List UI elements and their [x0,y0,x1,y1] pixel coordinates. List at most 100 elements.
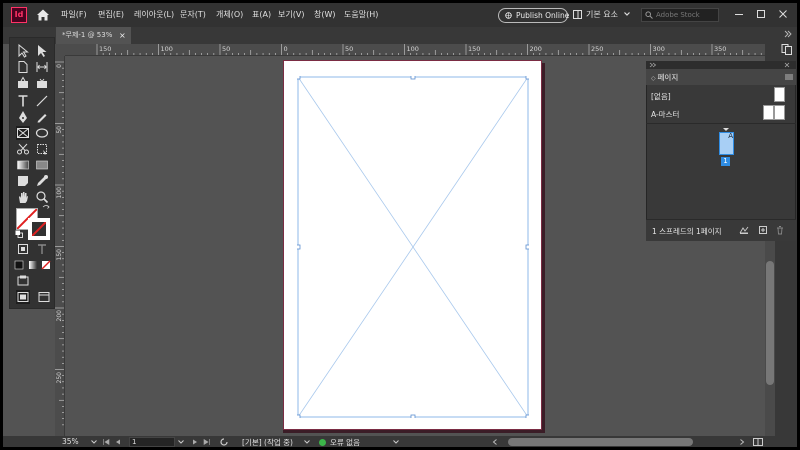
page-number-field[interactable] [129,437,175,447]
open-pages-icon[interactable] [220,438,228,446]
preview-mode-icon[interactable] [37,290,51,304]
menu-type[interactable]: 문자(T) [180,9,206,20]
ruler-label: 150 [468,45,481,53]
none-master-thumbnail[interactable] [774,87,785,102]
apply-none-icon[interactable] [41,258,51,272]
collapse-panel-icon[interactable] [649,62,657,68]
tools-panel [9,37,55,309]
horizontal-ruler[interactable]: 150 100 50 0 50 100 150 200 250 300 350 [65,44,765,56]
ruler-origin[interactable] [55,44,65,56]
edit-page-size-icon[interactable] [739,225,749,235]
formatting-text-icon[interactable] [35,242,49,256]
gap-tool-icon[interactable] [35,60,49,74]
pages-panel-icon[interactable] [780,43,794,56]
selection-tool-icon[interactable] [16,44,30,58]
apply-gradient-icon[interactable] [28,258,38,272]
scissors-tool-icon[interactable] [16,142,30,156]
pen-tool-icon[interactable] [16,110,30,124]
default-fill-stroke-icon[interactable] [15,230,23,238]
none-master-label[interactable]: [없음] [651,91,671,102]
ellipse-tool-icon[interactable] [35,126,49,140]
zoom-level[interactable]: 35% [62,437,79,446]
a-master-right-thumbnail[interactable] [774,105,785,120]
a-master-label[interactable]: A-마스터 [651,109,679,120]
direct-selection-tool-icon[interactable] [35,44,49,58]
stock-search-input[interactable] [656,10,718,20]
handle-top-center[interactable] [410,76,416,80]
preflight-status[interactable]: 오류 없음 [330,437,360,447]
scroll-left-icon[interactable] [491,438,499,446]
home-icon[interactable] [36,8,50,22]
first-page-icon[interactable] [102,438,110,446]
a-master-left-thumbnail[interactable] [763,105,774,120]
free-transform-tool-icon[interactable] [35,142,49,156]
next-page-icon[interactable] [191,438,199,446]
last-page-icon[interactable] [203,438,211,446]
menu-help[interactable]: 도움말(H) [344,9,378,20]
preflight-profile[interactable]: [기본] (작업 중) [242,437,293,447]
handle-middle-left[interactable] [297,244,301,250]
document-tab[interactable]: *무제-1 @ 53% × [56,27,131,44]
change-screen-mode-icon[interactable] [16,274,30,288]
line-tool-icon[interactable] [35,94,49,108]
rectangle-frame[interactable] [297,76,529,418]
apply-color-icon[interactable] [14,258,24,272]
vertical-scroll-thumb[interactable] [766,261,774,385]
menu-table[interactable]: 표(A) [252,9,271,20]
normal-view-icon[interactable] [16,290,30,304]
handle-bottom-right[interactable] [525,414,529,418]
page-1-thumbnail[interactable]: A [719,132,734,155]
content-placer-icon[interactable] [35,76,49,90]
chevron-down-icon[interactable] [623,10,631,18]
handle-top-right[interactable] [525,76,529,80]
type-tool-icon[interactable] [16,94,30,108]
scroll-right-icon[interactable] [738,438,746,446]
menu-view[interactable]: 보기(V) [278,9,304,20]
menu-edit[interactable]: 편집(E) [98,9,124,20]
page-number-chevron-icon[interactable] [177,438,185,446]
maximize-icon[interactable] [756,9,766,19]
adobe-stock-search[interactable] [641,8,719,22]
menu-object[interactable]: 개체(O) [216,9,243,20]
handle-bottom-left[interactable] [297,414,301,418]
close-window-icon[interactable] [778,9,788,19]
zoom-tool-icon[interactable] [35,190,49,204]
pencil-tool-icon[interactable] [35,110,49,124]
horizontal-scroll-thumb[interactable] [508,438,693,446]
handle-top-left[interactable] [297,76,301,80]
gradient-feather-tool-icon[interactable] [35,158,49,172]
stroke-swatch[interactable] [28,218,50,240]
panel-menu-icon[interactable] [785,74,793,80]
menu-layout[interactable]: 레이아웃(L) [134,9,174,20]
zoom-chevron-icon[interactable] [90,438,98,446]
collapse-dock-icon[interactable] [783,30,793,38]
note-tool-icon[interactable] [16,174,30,188]
minimize-icon[interactable] [734,9,744,19]
new-page-icon[interactable] [758,225,768,235]
profile-chevron-icon[interactable] [303,438,311,446]
pages-tab[interactable]: ◇ 페이지 [651,70,691,85]
handle-middle-right[interactable] [525,244,529,250]
workspace-switcher[interactable]: 기본 요소 [586,9,618,20]
pages-panel-titlebar[interactable] [646,61,796,69]
menu-window[interactable]: 창(W) [314,9,336,20]
handle-bottom-center[interactable] [410,414,416,418]
close-tab-icon[interactable]: × [119,27,126,44]
preflight-chevron-icon[interactable] [392,438,400,446]
swap-fill-stroke-icon[interactable] [42,204,50,212]
publish-online-button[interactable]: Publish Online [498,8,569,23]
split-layout-icon[interactable] [753,438,763,446]
workspace-icon[interactable] [573,10,582,19]
previous-page-icon[interactable] [114,438,122,446]
gradient-swatch-tool-icon[interactable] [16,158,30,172]
formatting-container-icon[interactable] [16,242,30,256]
eyedropper-tool-icon[interactable] [35,174,49,188]
hand-tool-icon[interactable] [16,190,30,204]
delete-page-icon[interactable] [775,225,785,235]
menu-file[interactable]: 파일(F) [61,9,87,20]
close-panel-icon[interactable] [784,62,790,68]
vertical-ruler[interactable]: 0 50 100 150 200 250 [55,56,65,436]
rectangle-frame-tool-icon[interactable] [16,126,30,140]
page-tool-icon[interactable] [16,60,30,74]
content-collector-icon[interactable] [16,76,30,90]
